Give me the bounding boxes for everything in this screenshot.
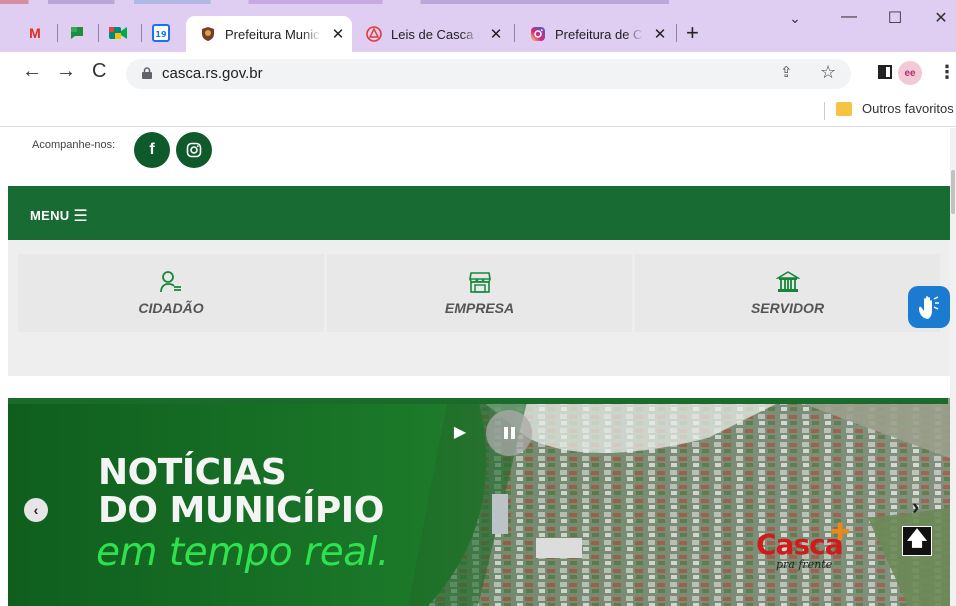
lock-icon[interactable] bbox=[142, 67, 152, 79]
carousel-prev-button[interactable]: ‹ bbox=[24, 498, 48, 522]
bookmarks-separator bbox=[824, 102, 825, 120]
forward-button[interactable]: → bbox=[56, 60, 76, 83]
tab-title: Leis de Casca RS bbox=[391, 26, 479, 42]
hero-title-line2: DO MUNICÍPIO bbox=[98, 490, 384, 531]
government-building-icon bbox=[775, 271, 800, 292]
services-section: CIDADÃO EMPRESA SERVIDOR bbox=[8, 240, 950, 376]
cropped-strip-above bbox=[0, 0, 956, 4]
menu-button[interactable]: MENU ☰ bbox=[30, 206, 88, 226]
leis-municipais-icon bbox=[366, 26, 382, 42]
accessibility-hand-icon[interactable] bbox=[908, 286, 950, 328]
service-label: CIDADÃO bbox=[138, 300, 204, 316]
citizen-icon bbox=[160, 271, 181, 293]
hero-title-line1: NOTÍCIAS bbox=[98, 452, 287, 493]
google-calendar-icon[interactable]: 19 bbox=[150, 22, 172, 44]
tab-separator bbox=[141, 24, 142, 42]
service-cidadao[interactable]: CIDADÃO bbox=[18, 254, 324, 332]
back-button[interactable]: ← bbox=[22, 60, 42, 83]
tab-separator bbox=[514, 24, 515, 42]
carousel-play-icon[interactable]: ▶ bbox=[448, 420, 472, 444]
back-to-top-button[interactable]: 🡅 bbox=[902, 526, 932, 556]
tab-separator bbox=[57, 24, 58, 42]
logo-tagline: pra frente bbox=[776, 558, 833, 571]
google-chat-icon[interactable] bbox=[66, 22, 88, 44]
close-tab-icon[interactable]: ✕ bbox=[329, 25, 347, 43]
bookmark-star-icon[interactable]: ☆ bbox=[820, 62, 836, 83]
other-bookmarks-folder[interactable]: Outros favoritos bbox=[862, 101, 954, 116]
instagram-icon bbox=[530, 26, 546, 42]
follow-us-label: Acompanhe-nos: bbox=[32, 139, 116, 151]
close-window-button[interactable]: ✕ bbox=[918, 8, 956, 28]
casca-crest-icon bbox=[200, 26, 216, 42]
tab-title: Prefeitura Municipal de Casca bbox=[225, 26, 321, 42]
google-meet-icon[interactable] bbox=[107, 22, 129, 44]
pause-icon bbox=[503, 427, 508, 439]
tab-prefeitura-de-casca-instagram[interactable]: Prefeitura de Casca ✕ bbox=[516, 16, 676, 52]
news-carousel: NOTÍCIAS DO MUNICÍPIO em tempo real. ▶ ‹… bbox=[8, 398, 950, 606]
logo-plus-icon: ✚ bbox=[830, 519, 851, 546]
share-icon[interactable]: ⇪ bbox=[780, 63, 793, 81]
service-empresa[interactable]: EMPRESA bbox=[327, 254, 632, 332]
service-label: SERVIDOR bbox=[750, 300, 825, 316]
reload-button[interactable]: C bbox=[92, 60, 106, 83]
service-label: EMPRESA bbox=[444, 300, 515, 316]
scrollbar-thumb[interactable] bbox=[951, 170, 955, 214]
menu-label: MENU bbox=[30, 208, 70, 223]
tab-separator bbox=[98, 24, 99, 42]
tab-leis-de-casca[interactable]: Leis de Casca RS ✕ bbox=[352, 16, 514, 52]
carousel-pause-button[interactable] bbox=[486, 410, 532, 456]
tab-title: Prefeitura de Casca bbox=[555, 26, 643, 42]
maximize-button[interactable]: ☐ bbox=[872, 8, 918, 28]
minimize-button[interactable]: — bbox=[826, 8, 872, 26]
carousel-next-icon[interactable]: › bbox=[912, 494, 919, 520]
close-tab-icon[interactable]: ✕ bbox=[487, 25, 505, 43]
store-icon bbox=[468, 272, 491, 293]
bookmarks-bar: Outros favoritos bbox=[0, 94, 956, 127]
browser-menu-icon[interactable]: ⋮ bbox=[938, 63, 956, 81]
close-tab-icon[interactable]: ✕ bbox=[651, 25, 669, 43]
gmail-icon[interactable]: M bbox=[24, 22, 46, 44]
new-tab-button[interactable]: + bbox=[686, 22, 699, 44]
service-servidor[interactable]: SERVIDOR bbox=[635, 254, 940, 332]
profile-avatar[interactable]: ee bbox=[898, 61, 922, 85]
tab-prefeitura-municipal[interactable]: Prefeitura Municipal de Casca ✕ bbox=[186, 16, 352, 52]
svg-text:19: 19 bbox=[155, 30, 167, 39]
tab-search-icon[interactable]: ⌄ bbox=[772, 10, 818, 27]
tab-separator bbox=[676, 24, 677, 42]
hamburger-icon: ☰ bbox=[73, 208, 89, 225]
hero-subtitle: em tempo real. bbox=[96, 530, 389, 575]
folder-icon bbox=[836, 102, 852, 116]
address-bar[interactable]: casca.rs.gov.br ⇪ ☆ bbox=[126, 59, 851, 89]
web-page: Acompanhe-nos: f MENU ☰ CIDADÃO EMPRESA … bbox=[8, 128, 950, 606]
casca-logo: Casca ✚ pra frente bbox=[756, 519, 850, 571]
side-panel-icon[interactable] bbox=[878, 65, 892, 79]
browser-tabstrip: M 19 Prefeitura Municipal de Casca ✕ Lei… bbox=[0, 0, 956, 52]
url-text[interactable]: casca.rs.gov.br bbox=[162, 65, 263, 82]
facebook-icon[interactable]: f bbox=[134, 132, 170, 168]
main-nav-bar: MENU ☰ bbox=[8, 186, 950, 240]
instagram-icon[interactable] bbox=[176, 132, 212, 168]
